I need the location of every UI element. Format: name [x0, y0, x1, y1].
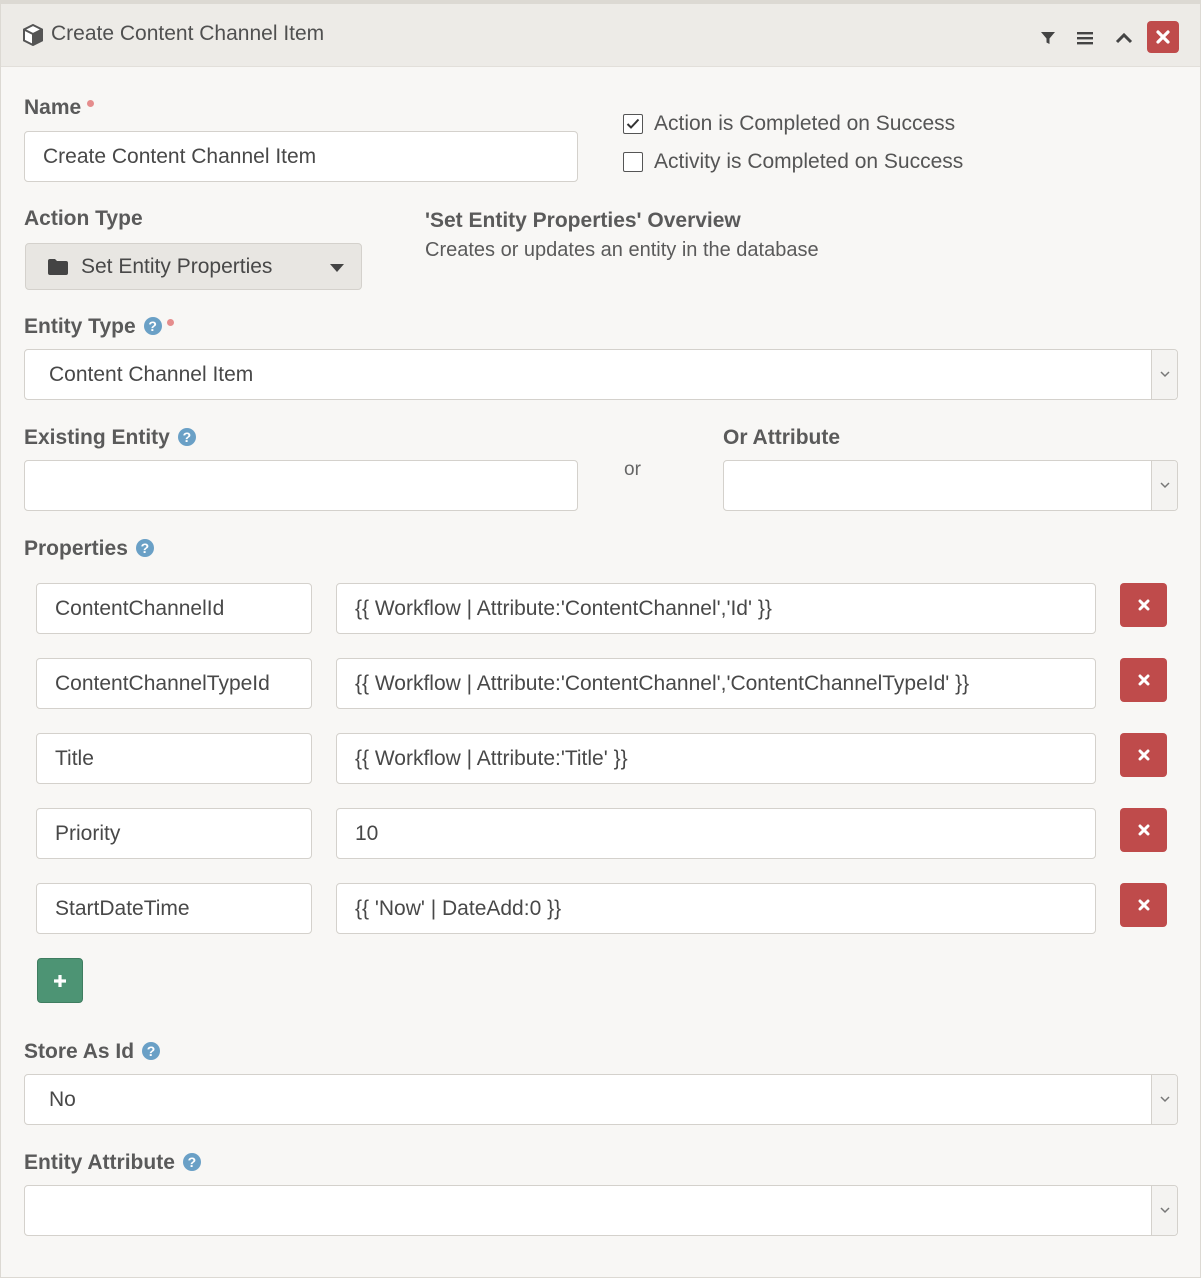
or-separator: or: [624, 459, 641, 480]
chevron-down-icon: [1159, 1207, 1170, 1214]
collapse-button[interactable]: [1112, 26, 1136, 50]
property-key-value: ContentChannelId: [55, 596, 225, 620]
close-icon: [1138, 899, 1149, 911]
action-completed-checkbox[interactable]: [623, 114, 643, 134]
filter-icon: [1041, 32, 1055, 44]
chevron-up-icon: [1115, 32, 1133, 44]
property-value-text: {{ Workflow | Attribute:'Title' }}: [355, 746, 628, 770]
store-as-id-label-text: Store As Id: [24, 1040, 135, 1063]
select-caret: [1151, 1075, 1177, 1124]
filter-button[interactable]: [1036, 26, 1060, 50]
action-panel: Create Content Channel Item Name Create …: [0, 0, 1201, 1278]
select-caret: [1151, 350, 1177, 399]
property-key-value: StartDateTime: [55, 896, 190, 920]
store-as-id-select[interactable]: No: [24, 1074, 1178, 1125]
remove-property-button[interactable]: [1120, 808, 1167, 852]
existing-entity-label-text: Existing Entity: [24, 426, 170, 449]
entity-type-label: Entity Type?: [24, 315, 174, 339]
help-icon[interactable]: ?: [182, 1152, 201, 1171]
name-input-value: Create Content Channel Item: [43, 144, 317, 168]
property-value-input[interactable]: {{ 'Now' | DateAdd:0 }}: [336, 883, 1096, 934]
help-icon[interactable]: ?: [142, 1041, 161, 1060]
chevron-down-icon: [1159, 1096, 1170, 1103]
chevron-down-icon: [1159, 371, 1170, 378]
select-caret: [1151, 1186, 1177, 1235]
entity-attribute-select[interactable]: [24, 1185, 1178, 1236]
menu-icon: [1077, 32, 1093, 45]
overview-title: 'Set Entity Properties' Overview: [425, 209, 741, 232]
or-attribute-select[interactable]: [723, 460, 1178, 511]
action-type-value: Set Entity Properties: [81, 254, 273, 278]
close-icon: [1138, 674, 1149, 686]
remove-property-button[interactable]: [1120, 583, 1167, 627]
required-indicator: [87, 100, 95, 107]
entity-type-label-text: Entity Type: [24, 315, 136, 338]
menu-button[interactable]: [1073, 26, 1097, 50]
property-key-value: ContentChannelTypeId: [55, 671, 270, 695]
add-property-button[interactable]: [37, 958, 83, 1003]
property-key-input[interactable]: Priority: [36, 808, 312, 859]
store-as-id-label: Store As Id?: [24, 1040, 161, 1064]
property-key-value: Title: [55, 746, 94, 770]
panel-title: Create Content Channel Item: [51, 22, 325, 45]
property-key-value: Priority: [55, 821, 121, 845]
property-value-input[interactable]: {{ Workflow | Attribute:'Title' }}: [336, 733, 1096, 784]
property-value-text: {{ 'Now' | DateAdd:0 }}: [355, 896, 562, 920]
properties-label: Properties?: [24, 537, 154, 561]
property-value-input[interactable]: {{ Workflow | Attribute:'ContentChannel'…: [336, 658, 1096, 709]
existing-entity-label: Existing Entity?: [24, 426, 196, 450]
name-input[interactable]: Create Content Channel Item: [24, 131, 578, 182]
delete-action-button[interactable]: [1147, 21, 1179, 53]
property-key-input[interactable]: ContentChannelId: [36, 583, 312, 634]
help-icon[interactable]: ?: [135, 538, 154, 557]
required-indicator: [166, 319, 174, 326]
close-icon: [1138, 599, 1149, 611]
cube-icon: [23, 24, 43, 46]
close-icon: [1156, 30, 1170, 44]
property-value-input[interactable]: {{ Workflow | Attribute:'ContentChannel'…: [336, 583, 1096, 634]
entity-attribute-label-text: Entity Attribute: [24, 1151, 175, 1174]
or-attribute-label: Or Attribute: [723, 426, 841, 449]
activity-completed-label: Activity is Completed on Success: [654, 150, 964, 173]
close-icon: [1138, 824, 1149, 836]
caret-down-icon: [330, 264, 344, 272]
help-icon[interactable]: ?: [177, 427, 196, 446]
action-type-dropdown[interactable]: Set Entity Properties: [25, 243, 362, 290]
checkmark-icon: [626, 118, 640, 129]
action-completed-label: Action is Completed on Success: [654, 112, 956, 135]
overview-description: Creates or updates an entity in the data…: [425, 239, 819, 261]
property-value-text: {{ Workflow | Attribute:'ContentChannel'…: [355, 671, 970, 695]
property-value-text: 10: [355, 821, 379, 845]
activity-completed-checkbox[interactable]: [623, 152, 643, 172]
action-completed-checkbox-row[interactable]: Action is Completed on Success: [623, 112, 955, 136]
property-key-input[interactable]: ContentChannelTypeId: [36, 658, 312, 709]
folder-icon: [48, 258, 68, 275]
property-value-input[interactable]: 10: [336, 808, 1096, 859]
property-key-input[interactable]: StartDateTime: [36, 883, 312, 934]
name-label-text: Name: [24, 96, 82, 119]
properties-label-text: Properties: [24, 537, 128, 560]
remove-property-button[interactable]: [1120, 883, 1167, 927]
remove-property-button[interactable]: [1120, 658, 1167, 702]
remove-property-button[interactable]: [1120, 733, 1167, 777]
help-icon[interactable]: ?: [143, 316, 162, 335]
entity-attribute-label: Entity Attribute?: [24, 1151, 201, 1175]
store-as-id-value: No: [49, 1087, 76, 1111]
activity-completed-checkbox-row[interactable]: Activity is Completed on Success: [623, 150, 963, 174]
action-type-label: Action Type: [24, 207, 143, 230]
panel-header[interactable]: Create Content Channel Item: [1, 4, 1200, 67]
property-key-input[interactable]: Title: [36, 733, 312, 784]
close-icon: [1138, 749, 1149, 761]
name-label: Name: [24, 96, 95, 120]
property-value-text: {{ Workflow | Attribute:'ContentChannel'…: [355, 596, 772, 620]
existing-entity-input[interactable]: [24, 460, 578, 511]
select-caret: [1151, 461, 1177, 510]
entity-type-value: Content Channel Item: [49, 362, 254, 386]
plus-icon: [54, 974, 66, 987]
chevron-down-icon: [1159, 482, 1170, 489]
entity-type-select[interactable]: Content Channel Item: [24, 349, 1178, 400]
